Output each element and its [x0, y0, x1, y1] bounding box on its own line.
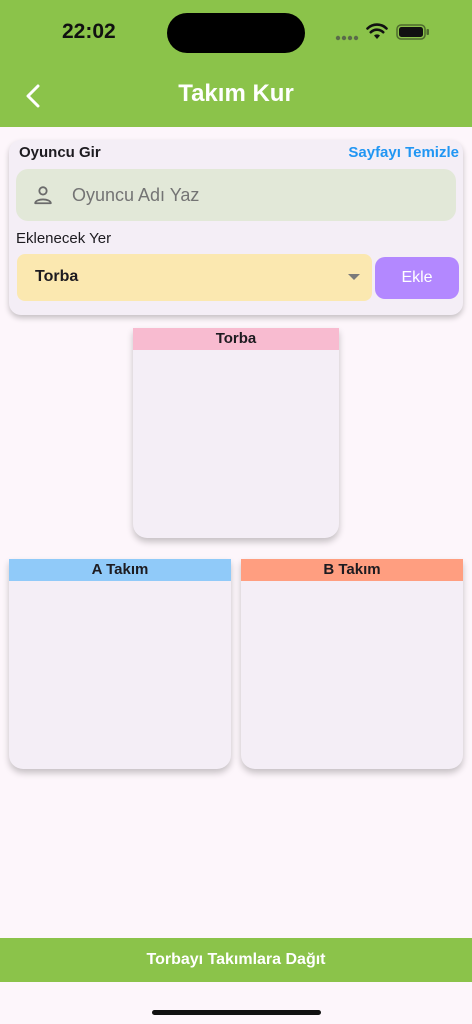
- target-location-value: Torba: [35, 268, 79, 285]
- signal-icon: [335, 35, 359, 41]
- caret-down-icon: [348, 274, 360, 280]
- torba-panel-title: Torba: [133, 328, 339, 350]
- add-player-button[interactable]: Ekle: [375, 257, 459, 299]
- player-name-field: [16, 169, 456, 221]
- wifi-icon: [366, 23, 388, 39]
- distribute-button[interactable]: Torbayı Takımlara Dağıt: [0, 938, 472, 982]
- player-input-label: Oyuncu Gir: [19, 144, 101, 161]
- team-a-panel-title: A Takım: [9, 559, 231, 581]
- team-b-panel-title: B Takım: [241, 559, 463, 581]
- target-location-dropdown[interactable]: Torba: [17, 254, 372, 301]
- torba-panel: Torba: [133, 328, 339, 538]
- player-input-card: Oyuncu Gir Sayfayı Temizle Eklenecek Yer…: [9, 140, 463, 315]
- team-a-panel: A Takım: [9, 559, 231, 769]
- dynamic-island: [167, 13, 305, 53]
- target-location-label: Eklenecek Yer: [16, 230, 112, 247]
- status-time: 22:02: [62, 20, 116, 43]
- player-name-input[interactable]: [72, 169, 452, 221]
- battery-icon: [396, 24, 429, 40]
- page-title: Takım Kur: [178, 80, 294, 107]
- team-b-panel: B Takım: [241, 559, 463, 769]
- home-indicator: [152, 1010, 321, 1015]
- person-icon: [34, 186, 52, 205]
- clear-page-button[interactable]: Sayfayı Temizle: [348, 144, 459, 161]
- app-header: 22:02 Takım Kur: [0, 0, 472, 127]
